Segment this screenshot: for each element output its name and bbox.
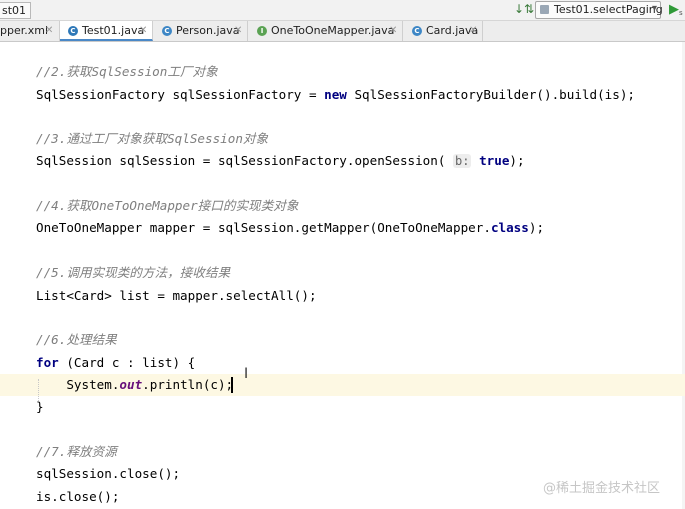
keyword: class — [490, 220, 529, 235]
keyword: true — [479, 153, 510, 168]
code-line[interactable]: } — [36, 399, 44, 415]
class-file-icon: C — [412, 26, 422, 36]
run-configuration-dropdown[interactable]: Test01.selectPaging ▾ — [535, 1, 663, 19]
tab-label: OneToOneMapper.java — [271, 24, 395, 37]
close-icon[interactable]: ✕ — [234, 21, 242, 41]
class-file-icon: C — [162, 26, 172, 36]
text-caret — [231, 377, 233, 393]
code-comment[interactable]: //2.获取SqlSession工厂对象 — [36, 64, 218, 80]
code-line[interactable]: List<Card> list = mapper.selectAll(); — [36, 288, 317, 304]
code-text: SqlSession sqlSession = sqlSessionFactor… — [36, 153, 446, 168]
navigation-toolbar: st01 ↓⇅ Test01.selectPaging ▾ ▶ s — [0, 0, 685, 21]
code-text: OneToOneMapper mapper = sqlSession.getMa… — [36, 220, 491, 235]
tab-onetoonemapper-java[interactable]: I OneToOneMapper.java ✕ — [248, 21, 403, 41]
code-comment[interactable]: //6.处理结果 — [36, 332, 117, 348]
tab-label: pper.xml — [0, 24, 49, 37]
code-line[interactable]: SqlSession sqlSession = sqlSessionFactor… — [36, 153, 525, 169]
code-line[interactable]: sqlSession.close(); — [36, 466, 180, 482]
close-icon[interactable]: ✕ — [139, 21, 147, 41]
close-icon[interactable]: ✕ — [389, 21, 397, 41]
breadcrumb[interactable]: st01 — [0, 2, 32, 19]
close-icon[interactable]: ✕ — [469, 21, 477, 41]
keyword: for — [36, 355, 59, 370]
run-configuration-label: Test01.selectPaging — [554, 3, 663, 16]
code-text: System. — [36, 377, 120, 392]
code-line[interactable]: is.close(); — [36, 489, 119, 505]
tab-label: Test01.java — [82, 24, 145, 37]
watermark: @稀土掘金技术社区 — [543, 481, 661, 496]
code-line[interactable]: System.out.println(c); — [36, 377, 233, 393]
tab-label: Person.java — [176, 24, 240, 37]
static-field: out — [119, 377, 143, 392]
parameter-hint: b: — [453, 154, 472, 168]
code-comment[interactable]: //4.获取OneToOneMapper接口的实现类对象 — [36, 198, 298, 214]
code-line[interactable]: SqlSessionFactory sqlSessionFactory = ne… — [36, 87, 635, 103]
code-line[interactable]: OneToOneMapper mapper = sqlSession.getMa… — [36, 220, 544, 236]
sort-icon[interactable]: ↓⇅ — [514, 2, 534, 16]
run-sub-icon: s — [679, 9, 683, 17]
close-icon[interactable]: ✕ — [45, 21, 53, 41]
code-line[interactable]: for (Card c : list) { — [36, 355, 195, 371]
interface-file-icon: I — [257, 26, 267, 36]
tab-test01-java[interactable]: C Test01.java ✕ — [60, 21, 153, 41]
code-comment[interactable]: //5.调用实现类的方法，接收结果 — [36, 265, 230, 281]
tab-person-java[interactable]: C Person.java ✕ — [153, 21, 248, 41]
code-comment[interactable]: //3.通过工厂对象获取SqlSession对象 — [36, 131, 268, 147]
chevron-down-icon: ▾ — [651, 3, 657, 14]
class-file-icon: C — [68, 26, 78, 36]
tab-card-java[interactable]: C Card.java ✕ — [403, 21, 483, 41]
code-text: ); — [509, 153, 525, 168]
code-text: SqlSessionFactoryBuilder().build(is); — [346, 87, 635, 102]
code-text: SqlSessionFactory sqlSessionFactory = — [36, 87, 325, 102]
text-cursor-icon: I — [244, 366, 249, 382]
editor-tab-bar: pper.xml ✕ C Test01.java ✕ C Person.java… — [0, 21, 685, 42]
keyword: new — [324, 87, 347, 102]
run-icon[interactable]: ▶ — [669, 2, 679, 17]
code-text: ); — [528, 220, 545, 235]
code-comment[interactable]: //7.释放资源 — [36, 444, 117, 460]
tab-mapper-xml[interactable]: pper.xml ✕ — [0, 21, 60, 41]
code-text: .println(c); — [142, 377, 234, 392]
code-text: (Card c : list) { — [58, 355, 196, 370]
junit-config-icon — [540, 5, 549, 14]
